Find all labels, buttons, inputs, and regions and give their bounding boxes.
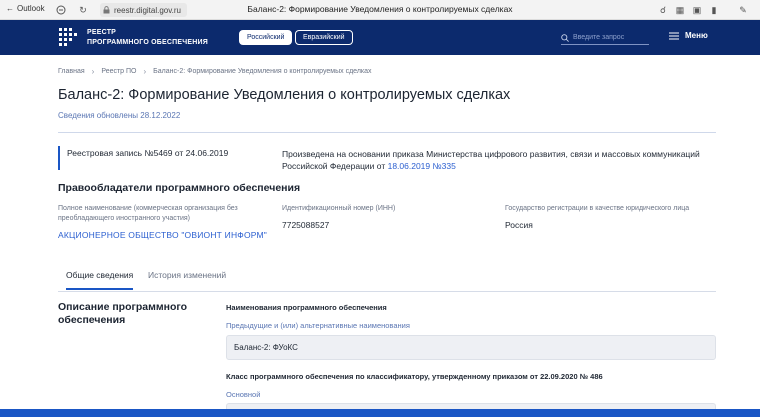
- divider: [58, 132, 716, 133]
- breadcrumb: Главная › Реестр ПО › Баланс-2: Формиров…: [58, 67, 372, 76]
- country-value: Россия: [505, 220, 533, 230]
- names-heading: Наименования программного обеспечения: [226, 303, 387, 312]
- holders-title: Правообладатели программного обеспечения: [58, 182, 301, 194]
- alt-name-value: Баланс-2: ФУоКС: [226, 335, 716, 360]
- search-icon[interactable]: [561, 33, 569, 42]
- back-button[interactable]: ← Outlook: [6, 4, 45, 13]
- shield-icon[interactable]: [54, 3, 68, 17]
- address-bar[interactable]: reestr.digital.gov.ru: [100, 3, 187, 17]
- updated-date: Сведения обновлены 28.12.2022: [58, 111, 181, 120]
- logo-line-1: РЕЕСТР: [87, 29, 117, 36]
- site-header: РЕЕСТР ПРОГРАММНОГО ОБЕСПЕЧЕНИЯ Российск…: [0, 20, 760, 55]
- breadcrumb-home[interactable]: Главная: [58, 68, 85, 75]
- order-link[interactable]: 18.06.2019 №335: [388, 161, 456, 171]
- tab-bar: Общие сведения История изменений: [58, 266, 716, 292]
- search-box: [561, 31, 649, 45]
- extensions-icon[interactable]: ✎: [736, 3, 750, 17]
- reader-icon[interactable]: ▦: [673, 3, 687, 17]
- tab-history[interactable]: История изменений: [148, 270, 226, 288]
- logo-text[interactable]: РЕЕСТР ПРОГРАММНОГО ОБЕСПЕЧЕНИЯ: [87, 28, 208, 47]
- registry-ru-button[interactable]: Российский: [239, 30, 293, 45]
- order-text: Произведена на основании приказа Министе…: [282, 149, 700, 171]
- inn-label: Идентификационный номер (ИНН): [282, 205, 396, 212]
- back-label: Outlook: [17, 4, 45, 13]
- browser-toolbar: ← Outlook ↻ reestr.digital.gov.ru Баланс…: [0, 0, 760, 20]
- search-input[interactable]: [573, 34, 649, 41]
- page-title: Баланс-2: Формирование Уведомления о кон…: [58, 87, 511, 103]
- description-title: Описание программного обеспечения: [58, 301, 188, 326]
- tab-general[interactable]: Общие сведения: [66, 270, 134, 290]
- breadcrumb-registry[interactable]: Реестр ПО: [101, 68, 136, 75]
- hamburger-icon: [669, 32, 679, 39]
- menu-label: Меню: [685, 31, 708, 40]
- lock-icon: [103, 6, 110, 14]
- holder-name-link[interactable]: АКЦИОНЕРНОЕ ОБЩЕСТВО "ОВИОНТ ИНФОРМ": [58, 230, 267, 240]
- menu-button[interactable]: Меню: [669, 31, 708, 40]
- holder-name-label: Полное наименование (коммерческая органи…: [58, 205, 238, 222]
- breadcrumb-current: Баланс-2: Формирование Уведомления о кон…: [153, 68, 372, 75]
- registry-eu-button[interactable]: Евразийский: [295, 30, 353, 45]
- arrow-left-icon: ←: [6, 4, 14, 13]
- class-heading: Класс программного обеспечения по класси…: [226, 372, 603, 381]
- registry-entry: Реестровая запись №5469 от 24.06.2019: [67, 148, 229, 158]
- registry-logo-icon[interactable]: [59, 28, 77, 46]
- alt-names-label: Предыдущие и (или) альтернативные наимен…: [226, 321, 410, 330]
- main-class-label: Основной: [226, 390, 261, 399]
- inn-value: 7725088527: [282, 220, 330, 230]
- accent-bar: [58, 146, 60, 170]
- bottom-strip: [0, 409, 760, 417]
- bookmark-icon[interactable]: ▮: [707, 3, 721, 17]
- order-info: Произведена на основании приказа Министе…: [282, 148, 712, 172]
- chevron-right-icon: ›: [91, 67, 95, 76]
- country-label: Государство регистрации в качестве юриди…: [505, 205, 690, 212]
- reload-icon[interactable]: ↻: [76, 3, 90, 17]
- translate-icon[interactable]: ▣: [690, 3, 704, 17]
- chevron-right-icon: ›: [143, 67, 147, 76]
- url-text: reestr.digital.gov.ru: [114, 5, 181, 15]
- logo-line-2: ПРОГРАММНОГО ОБЕСПЕЧЕНИЯ: [87, 38, 208, 46]
- headphones-icon[interactable]: ☌: [656, 3, 670, 17]
